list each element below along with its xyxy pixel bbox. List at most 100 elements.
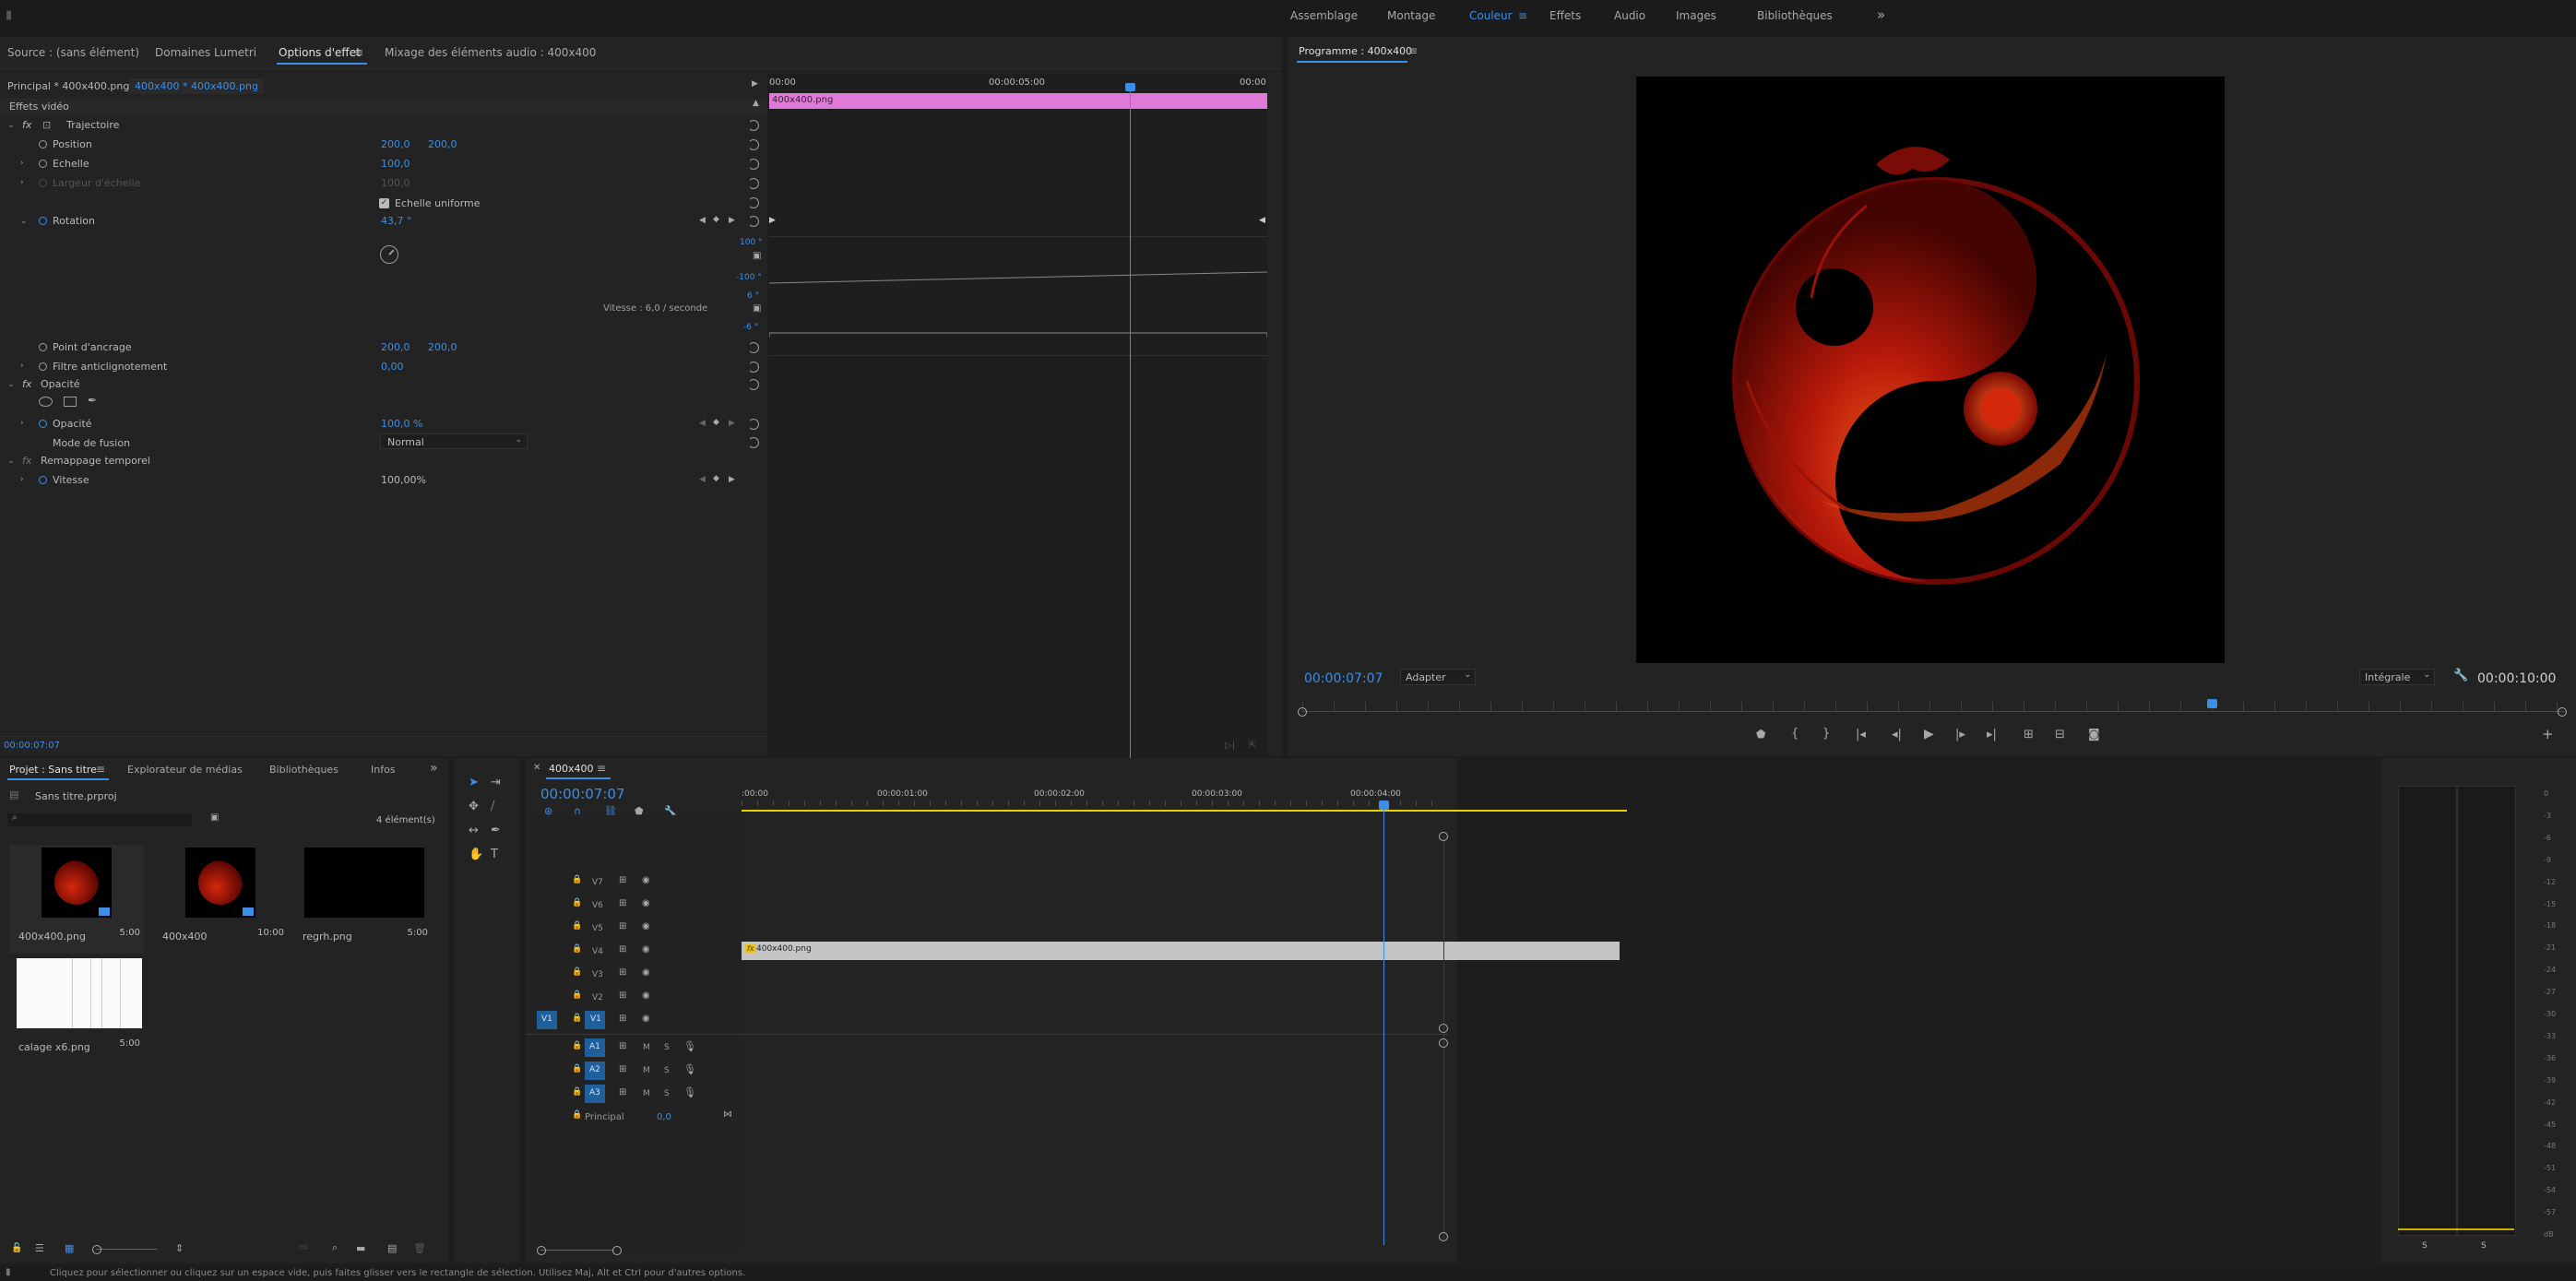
workspace-more-icon[interactable]: » (1877, 6, 1885, 23)
position-y-value[interactable]: 200,0 (428, 138, 457, 150)
work-area-bar[interactable] (742, 810, 1627, 812)
mute-button[interactable]: M (643, 1066, 650, 1075)
flicker-value[interactable]: 0,00 (381, 361, 404, 373)
new-bin-from-search-icon[interactable]: ▣ (210, 813, 219, 823)
mask-pen-icon[interactable]: ✒ (88, 395, 97, 406)
flicker-expand-icon[interactable]: › (20, 362, 24, 371)
microphone-icon[interactable]: 🎙 (683, 1087, 696, 1097)
sync-lock-icon[interactable]: ⊞ (619, 876, 626, 885)
project-item[interactable]: calage x6.png 5:00 (9, 955, 144, 1064)
lock-track-icon[interactable]: 🔒 (572, 876, 582, 884)
track-target-a3[interactable]: A3 (585, 1085, 605, 1103)
zoom-slider[interactable] (96, 1249, 157, 1250)
rotation-stopwatch-icon[interactable] (39, 217, 47, 225)
tab-media-browser[interactable]: Explorateur de médias (127, 764, 243, 776)
track-label[interactable]: V6 (592, 901, 603, 910)
workspace-tab-couleur[interactable]: Couleur (1469, 9, 1513, 22)
program-playhead-marker[interactable] (2207, 699, 2217, 708)
tab-effect-controls[interactable]: Options d'effet (279, 46, 361, 59)
scrub-zoom-right[interactable] (2558, 707, 2567, 717)
position-x-value[interactable]: 200,0 (381, 138, 410, 150)
workspace-tab-bibliotheques[interactable]: Bibliothèques (1757, 9, 1833, 22)
vscroll-handle-bottom[interactable] (1439, 1232, 1448, 1241)
add-keyframe-icon[interactable]: ◆ (713, 216, 719, 224)
program-timecode[interactable]: 00:00:07:07 (1304, 671, 1383, 686)
sync-lock-icon[interactable]: ⊞ (619, 991, 626, 1001)
track-select-tool-icon[interactable]: ⇥ (491, 777, 501, 789)
fit-select[interactable]: Adapter ⌄ (1400, 669, 1476, 685)
quality-select[interactable]: Intégrale ⌄ (2359, 669, 2435, 685)
master-value[interactable]: 0,0 (657, 1112, 671, 1122)
new-bin-icon[interactable]: ▬ (356, 1243, 365, 1253)
track-label[interactable]: V5 (592, 924, 603, 933)
new-item-icon[interactable]: ▤ (387, 1243, 397, 1253)
add-button-icon[interactable]: + (2542, 728, 2554, 741)
scale-expand-icon[interactable]: › (20, 159, 24, 168)
track-label[interactable]: V4 (592, 947, 603, 956)
timeline-timecode[interactable]: 00:00:07:07 (540, 786, 625, 802)
motion-collapse-icon[interactable]: ⌄ (7, 121, 15, 130)
collapse-up-icon[interactable]: ▲ (753, 100, 759, 108)
motion-transform-icon[interactable]: ⊡ (42, 119, 51, 131)
value-graph-line[interactable] (769, 236, 1267, 354)
remap-next-keyframe-icon[interactable]: ▶ (729, 476, 735, 484)
eye-icon[interactable]: ◉ (642, 945, 650, 955)
lift-icon[interactable]: ⊞ (2024, 729, 2034, 741)
home-icon[interactable]: ▮ (6, 9, 12, 21)
anchor-stopwatch-icon[interactable] (39, 343, 47, 351)
workspace-tab-effets[interactable]: Effets (1549, 9, 1581, 22)
kf-clip-bar[interactable]: 400x400.png (769, 93, 1267, 109)
program-monitor-title[interactable]: Programme : 400x400 (1299, 45, 1412, 57)
tab-info[interactable]: Infos (371, 764, 396, 776)
track-target-a1[interactable]: A1 (585, 1038, 605, 1057)
sync-lock-icon[interactable]: ⊞ (619, 899, 626, 908)
close-sequence-icon[interactable]: ✕ (533, 763, 540, 773)
workspace-tab-audio[interactable]: Audio (1614, 9, 1645, 22)
reset-scale-width-icon[interactable] (748, 178, 759, 189)
prev-keyframe-icon[interactable]: ◀ (699, 217, 706, 225)
sync-lock-icon[interactable]: ⊞ (619, 945, 626, 955)
reset-anchor-icon[interactable] (748, 342, 759, 353)
tab-source[interactable]: Source : (sans élément) (7, 46, 139, 59)
add-marker-icon[interactable]: ⬟ (1756, 729, 1765, 740)
wrench-icon[interactable]: 🔧 (2453, 670, 2468, 682)
sync-lock-icon[interactable]: ⊞ (619, 968, 626, 978)
mask-ellipse-icon[interactable] (39, 397, 53, 407)
trash-icon[interactable]: 🗑 (413, 1243, 426, 1253)
reset-blend-icon[interactable] (748, 437, 759, 448)
timeline-playhead[interactable] (1383, 802, 1384, 1245)
microphone-icon[interactable]: 🎙 (683, 1041, 696, 1051)
scale-stopwatch-icon[interactable] (39, 160, 47, 168)
slip-tool-icon[interactable]: ↔ (469, 824, 479, 836)
time-remap-collapse-icon[interactable]: ⌄ (7, 457, 15, 466)
sequence-menu-icon[interactable]: ≡ (597, 762, 606, 775)
eye-icon[interactable]: ◉ (642, 991, 650, 1001)
icon-view-icon[interactable]: ▦ (65, 1243, 74, 1253)
track-label[interactable]: V3 (592, 970, 603, 979)
pen-tool-icon[interactable]: ✒ (491, 824, 501, 836)
graph-menu-icon-1[interactable]: ▣ (753, 252, 761, 261)
go-to-out-icon[interactable]: ▸| (1987, 729, 1997, 741)
clip-sequence-label[interactable]: 400x400 * 400x400.png (129, 78, 264, 94)
go-to-next-icon[interactable]: ⋈ (723, 1110, 732, 1120)
panel-menu-icon[interactable]: ≡ (354, 46, 363, 59)
tab-libraries[interactable]: Bibliothèques (269, 764, 338, 776)
tab-audio-clip-mixer[interactable]: Mixage des éléments audio : 400x400 (385, 46, 596, 59)
ripple-edit-tool-icon[interactable]: ✥ (469, 801, 479, 812)
flicker-stopwatch-icon[interactable] (39, 362, 47, 371)
mark-out-icon[interactable]: } (1822, 728, 1830, 740)
workspace-tab-montage[interactable]: Montage (1387, 9, 1435, 22)
eye-icon[interactable]: ◉ (642, 922, 650, 931)
eye-icon[interactable]: ◉ (642, 876, 650, 885)
sequence-tab[interactable]: 400x400 (549, 763, 594, 775)
play-icon[interactable]: ▶ (1924, 728, 1934, 741)
project-more-icon[interactable]: » (430, 761, 438, 776)
tab-project[interactable]: Projet : Sans titre (9, 764, 97, 776)
lock-track-icon[interactable]: 🔒 (572, 945, 582, 954)
rotation-dial[interactable] (380, 245, 398, 264)
blend-mode-select[interactable]: Normal ⌄ (380, 433, 528, 449)
selection-tool-icon[interactable]: ➤ (469, 777, 479, 789)
reset-scale-icon[interactable] (748, 159, 759, 170)
track-label[interactable]: V7 (592, 878, 603, 887)
opacity-add-keyframe-icon[interactable]: ◆ (713, 419, 719, 427)
